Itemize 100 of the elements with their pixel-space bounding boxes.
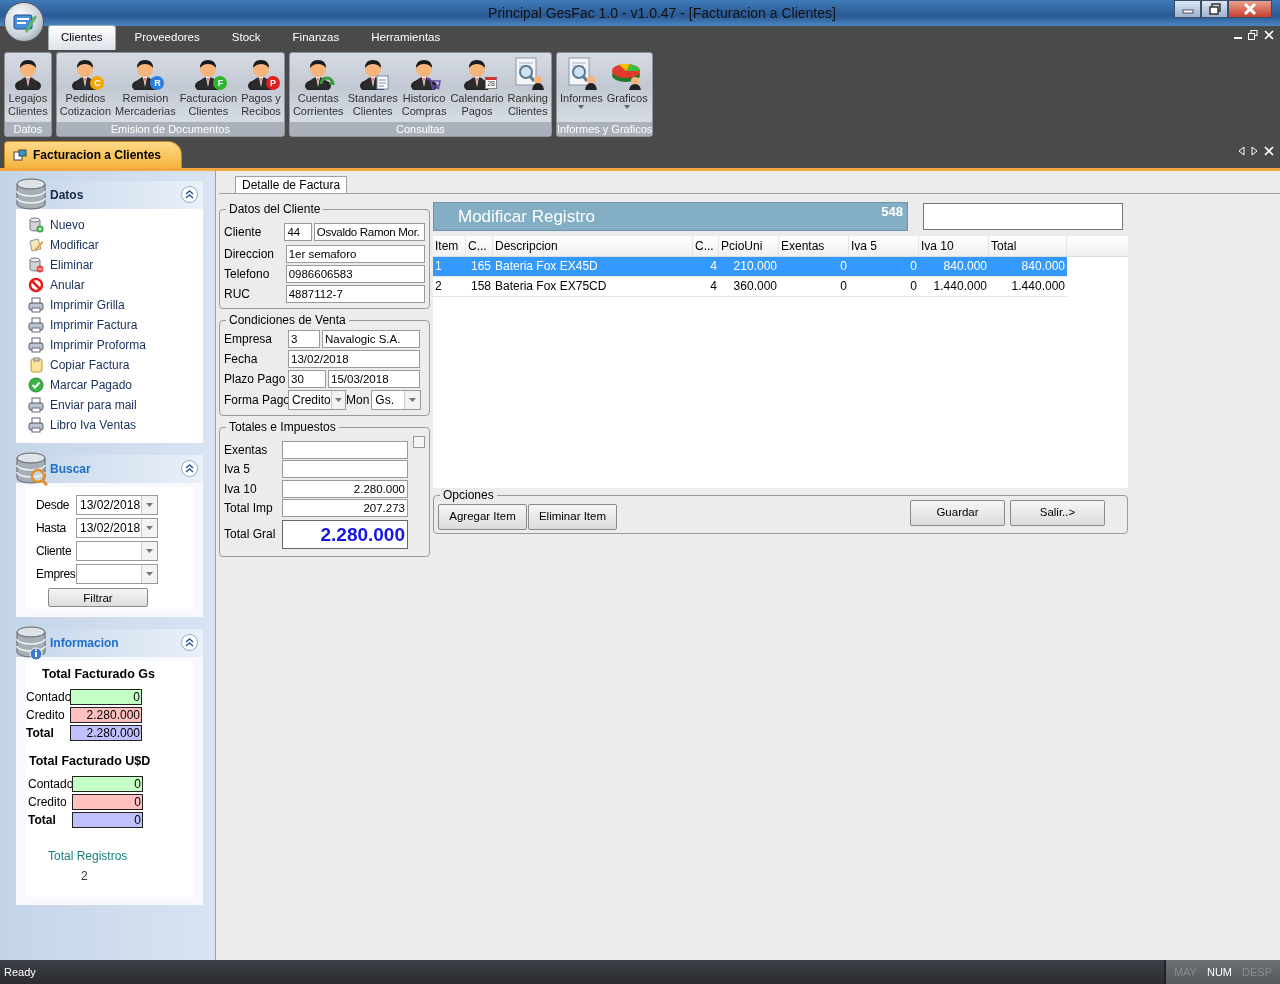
amount-field: 2.280.000 [70,706,142,723]
field-label: RUC [224,286,251,303]
pencil-icon [28,237,44,253]
dropdown-field[interactable]: Credito [288,390,346,410]
sidebar-item[interactable]: Anular [26,275,193,295]
sidebar-item[interactable]: Imprimir Factura [26,315,193,335]
input-field[interactable] [282,440,408,459]
restore-button[interactable] [1201,0,1228,18]
column-header[interactable]: Exentas [779,236,849,256]
app-menu-button[interactable] [4,2,44,42]
column-header[interactable]: C... [693,236,719,256]
filter-button[interactable]: Filtrar [48,588,148,607]
input-field[interactable]: 0986606583 [285,265,425,283]
input-field[interactable]: 2.280.000 [282,519,408,549]
ribbon-button[interactable]: C Pedidos Cotizacion [57,54,114,122]
ribbon-button[interactable]: Historico Compras [399,54,449,122]
sidebar-item[interactable]: Eliminar [26,255,193,275]
collapse-button[interactable] [181,634,198,651]
amount-field: 0 [72,793,143,810]
sidebar-item[interactable]: Imprimir Proforma [26,335,193,355]
ribbon-button[interactable]: Graficos [604,54,650,122]
dropdown-field[interactable]: 13/02/2018 [76,517,158,538]
action-button[interactable]: Eliminar Item [528,504,617,530]
column-header[interactable]: Item [433,236,466,256]
input-field[interactable] [282,460,408,479]
table-cell-text: 360.000 [732,278,778,295]
key-indicator: NUM [1206,964,1233,980]
action-button[interactable]: Salir..> [1010,500,1105,526]
sidebar-item[interactable]: Copiar Factura [26,355,193,375]
input-field[interactable]: 207.273 [282,499,408,518]
sidebar-item[interactable]: Libro Iva Ventas [26,415,193,435]
ribbon-button[interactable]: P Pagos y Recibos [239,54,283,122]
restore-icon[interactable] [1248,30,1258,40]
dropdown-field[interactable] [76,563,158,584]
input-field[interactable]: 30 [288,370,326,388]
ribbon-button[interactable]: Cuentas Corrientes [290,54,346,122]
ribbon-button[interactable]: F Facturacion Clientes [177,54,240,122]
table-cell-text: 0 [909,258,918,275]
minimize-button[interactable] [1174,0,1201,18]
dropdown-field[interactable]: 13/02/2018 [76,494,158,515]
table-cell-text: 1.440.000 [932,278,988,295]
dropdown-field[interactable] [76,540,158,561]
action-button[interactable]: Agregar Item [438,504,527,530]
column-header[interactable]: Descripcion [493,236,693,256]
close-icon[interactable] [1264,30,1274,40]
ribbon-button[interactable]: Standares Clientes [345,54,400,122]
ribbon-button[interactable]: Ranking Clientes [505,54,550,122]
item-label: Libro Iva Ventas [50,417,137,434]
field-label: Exentas [224,441,269,459]
ribbon-tab[interactable]: Proveedores [121,24,213,50]
ribbon-tab[interactable]: Finanzas [279,24,353,50]
checkbox[interactable] [413,436,425,448]
collapse-button[interactable] [181,460,198,477]
ribbon-tab[interactable]: Stock [218,24,274,50]
field-label: Total Gral [224,526,277,543]
header-title: Modificar Registro [458,206,595,226]
column-header[interactable]: Iva 5 [849,236,919,256]
input-field[interactable]: Navalogic S.A. [322,330,420,348]
column-header[interactable]: Total [989,236,1067,256]
input-field[interactable]: 44 [284,223,312,241]
sidebar-item[interactable]: Modificar [26,235,193,255]
sidebar-item[interactable]: Nuevo [26,215,193,235]
ribbon-button[interactable]: R Remision Mercaderias [113,54,178,122]
scroll-left-icon[interactable] [1238,146,1245,156]
table-row[interactable]: 2 158 Bateria Fox EX75CD 4 360.000 0 0 1.440.000 1.440.000 [433,277,1067,297]
close-button[interactable] [1228,0,1272,18]
item-label: Copiar Factura [50,357,130,374]
ribbon-button[interactable]: Legajos Clientes [6,54,50,122]
column-header[interactable]: C... [466,236,493,256]
input-field[interactable]: 4887112-7 [285,285,425,303]
column-header[interactable]: PcioUni [719,236,779,256]
input-field[interactable]: 1er semaforo [285,245,425,263]
ribbon-tab[interactable]: Clientes [48,24,116,50]
field-label: Empresa [224,331,274,348]
amount-field: 2.280.000 [70,724,142,741]
dropdown-field[interactable]: Gs. [371,390,422,410]
input-field[interactable]: 15/03/2018 [328,370,420,388]
printer-icon [28,317,44,333]
input-field[interactable]: 3 [288,330,320,348]
sidebar-item[interactable]: Enviar para mail [26,395,193,415]
sidebar-item[interactable]: Imprimir Grilla [26,295,193,315]
letter-badge: F [213,76,228,90]
ribbon-tab[interactable]: Herramientas [358,24,454,50]
close-icon[interactable] [1264,146,1274,156]
collapse-button[interactable] [181,186,198,203]
input-field[interactable] [923,202,1123,230]
input-field[interactable]: Osvaldo Ramon Mor. [313,223,425,241]
input-field[interactable]: 2.280.000 [282,479,408,498]
ribbon-button[interactable]: Informes [557,54,605,122]
document-tab[interactable]: Facturacion a Clientes [4,141,183,168]
action-button[interactable]: Guardar [910,500,1005,526]
scroll-right-icon[interactable] [1251,146,1258,156]
column-header[interactable]: Iva 10 [919,236,989,256]
count-value: 2 [80,867,89,885]
field-label: Fecha [224,351,259,368]
sidebar-item[interactable]: Marcar Pagado [26,375,193,395]
detail-tab[interactable]: Detalle de Factura [235,176,348,193]
input-field[interactable]: 13/02/2018 [288,350,420,368]
field-label: Direccion [224,246,275,263]
printer-icon [28,337,44,353]
